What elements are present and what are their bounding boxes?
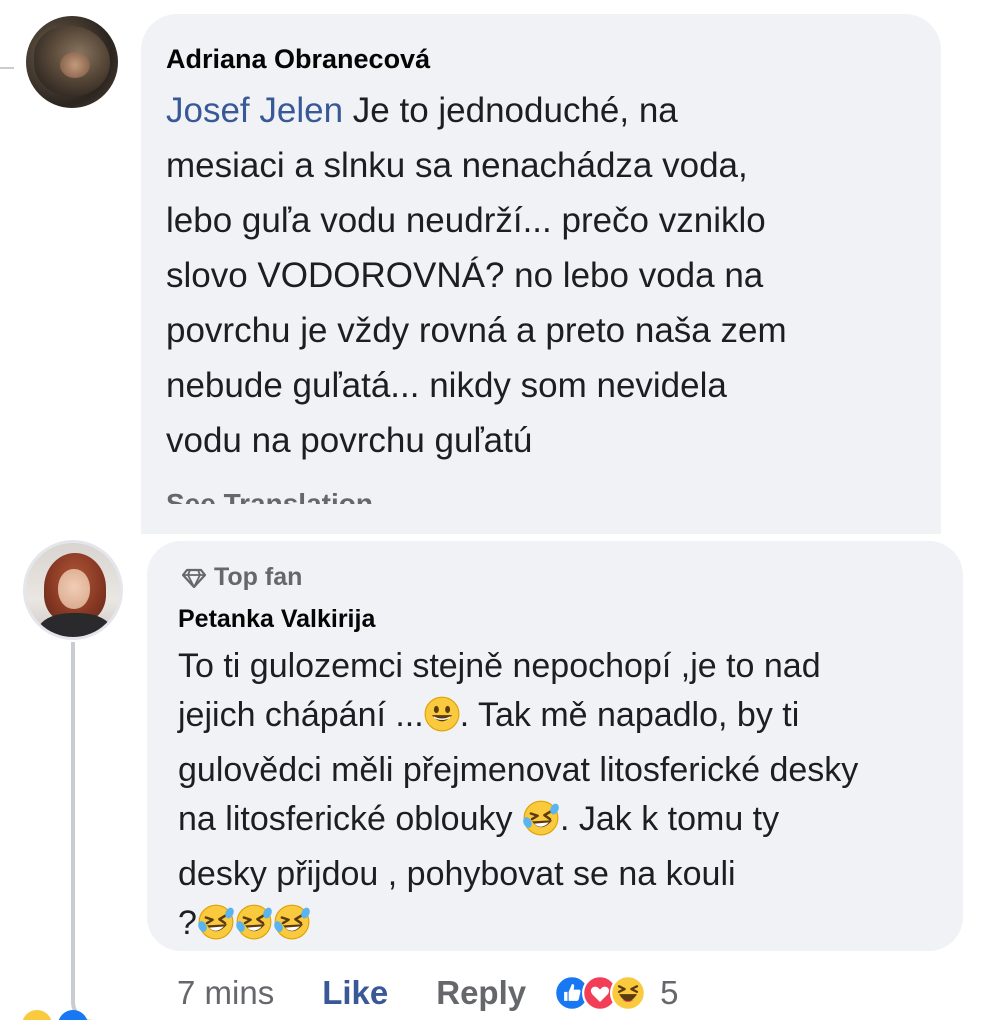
comment-line: To ti gulozemci stejně nepochopí ,je to … [178,647,821,685]
comment-text: ? [178,904,197,942]
comment-line: jejich chápání ... . Tak mě napadlo, by t… [178,691,858,746]
rofl-emoji [271,903,313,954]
avatar-face [60,52,90,78]
comment-line: Josef Jelen Je to jednoduché, na [166,83,787,138]
comment-line: desky přijdou , pohybovat se na kouli [178,855,736,893]
reaction-preview-icon [22,1010,52,1020]
rofl-emoji [233,903,275,954]
comment-line: povrchu je vždy rovná a preto naša zem [166,311,787,350]
comment-author[interactable]: Petanka Valkirija [178,605,375,634]
comment-actions: 7 mins Like Reply 5 [177,968,678,1018]
comment-author[interactable]: Adriana Obranecová [166,44,430,75]
thread-connector [0,67,14,69]
comment-body: To ti gulozemci stejně nepochopí ,je to … [178,642,858,954]
comment-text: jejich chápání ... [178,696,424,734]
rofl-emoji [195,903,237,954]
top-fan-label: Top fan [214,563,303,591]
see-translation-link[interactable]: See Translation [166,487,373,504]
comment-line: ? [178,899,858,954]
comment-line: na litosferické oblouky . Jak k tomu ty [178,795,858,850]
comment-line: slovo VODOROVNÁ? no lebo voda na [166,256,764,295]
love-reaction-icon [582,975,619,1011]
comment-line: mesiaci a slnku sa nenachádza voda, [166,146,748,185]
like-reaction-icon [554,975,591,1011]
comment-thread: Adriana Obranecová Josef Jelen Je to jed… [0,0,1000,1020]
comment-text: . Tak mě napadlo, by ti [459,696,800,734]
timestamp[interactable]: 7 mins [177,974,274,1012]
top-fan-badge: Top fan [182,563,302,592]
reaction-summary[interactable] [554,975,647,1011]
rofl-emoji [520,799,562,850]
comment-line: vodu na povrchu guľatú [166,421,533,460]
reply-thread-line [71,642,75,1004]
mention-link[interactable]: Josef Jelen [166,91,343,130]
comment-text: Je to jednoduché, na [343,91,678,130]
diamond-icon [182,568,206,588]
grinning-emoji [424,696,460,746]
comment-text: . Jak k tomu ty [559,800,780,838]
avatar[interactable] [23,540,123,640]
comment-line: lebo guľa vodu neudrží... prečo vzniklo [166,201,766,240]
avatar[interactable] [26,16,118,108]
comment-text: na litosferické oblouky [178,800,522,838]
like-button[interactable]: Like [322,974,388,1012]
comment-line: nebude guľatá... nikdy som nevidela [166,366,727,405]
comment-body: Josef Jelen Je to jednoduché, na mesiaci… [166,83,787,468]
comment-line: gulovědci měli přejmenovat litosferické … [178,751,859,789]
avatar-face [58,569,90,609]
avatar-body [38,613,112,637]
reaction-count: 5 [660,974,679,1011]
haha-reaction-icon [610,975,647,1011]
reply-button[interactable]: Reply [436,974,526,1012]
